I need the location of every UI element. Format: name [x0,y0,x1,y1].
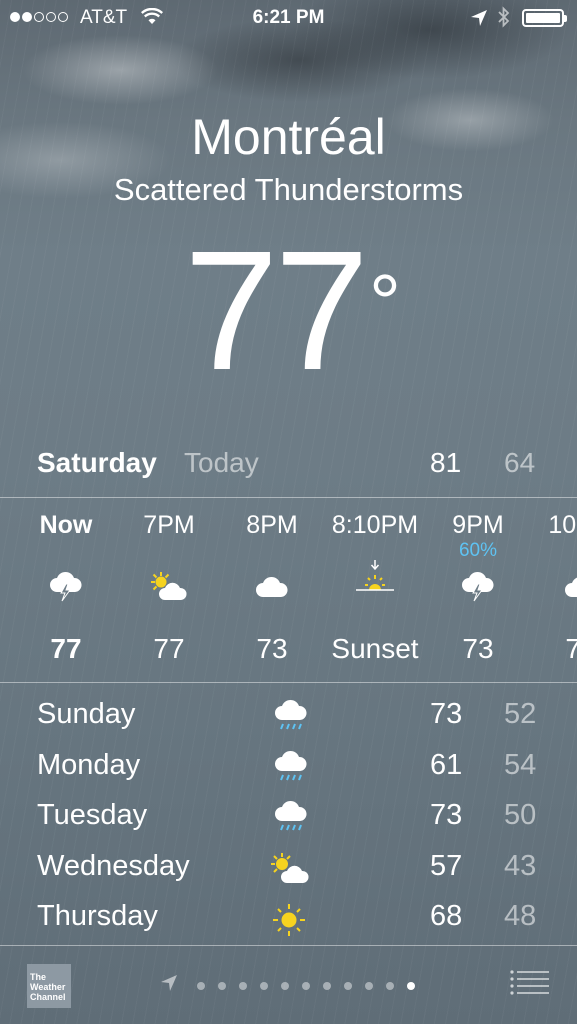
today-low: 64 [504,447,536,478]
current-condition: Scattered Thunderstorms [113,172,464,207]
day-high: 61 [430,748,463,781]
page-dot[interactable] [239,981,247,990]
daily-row: Wednesday 57 43 [0,844,577,895]
hour-time: 9PM [452,511,504,539]
page-dot[interactable] [323,981,331,990]
day-name: Tuesday [37,799,148,831]
location-arrow-icon [470,9,488,33]
page-indicator[interactable] [160,974,415,997]
sun-icon [268,900,312,940]
page-dot[interactable] [302,981,310,990]
daily-row: Sunday 73 52 [0,692,577,743]
location-arrow-icon [160,974,178,997]
day-low: 54 [504,748,537,781]
day-low: 50 [504,799,537,831]
hourly-item: 7PM 77 [114,498,224,682]
battery-icon [522,9,567,27]
rain-icon [268,749,312,789]
page-dot[interactable] [218,981,226,990]
bluetooth-icon [497,6,511,34]
day-low: 43 [504,849,537,882]
daily-row: Thursday 68 48 [0,894,577,945]
city-list-icon[interactable] [510,970,550,1001]
hour-time: Now [39,511,93,539]
divider [0,682,577,683]
hourly-forecast-scroller[interactable]: Now 77 7PM 77 8PM 73 8:10PM Sunset 9PM 6… [0,498,577,682]
page-dot[interactable] [365,981,373,990]
hour-value: 77 [153,633,185,664]
city-name: Montréal [191,109,386,165]
current-temperature: 77° [0,226,577,396]
status-time: 6:21 PM [252,7,325,28]
hour-value: Sunset [331,633,419,664]
day-name: Sunday [37,698,136,730]
page-dot[interactable] [344,981,352,990]
partly-cloudy-icon [268,850,312,890]
hour-value: 73 [565,633,577,664]
hour-time: 10PM [548,511,577,539]
hourly-item: 9PM 60% 73 [423,498,533,682]
daily-row: Tuesday 73 50 [0,793,577,844]
rain-icon [268,698,312,738]
hour-time: 7PM [143,511,195,539]
page-dot[interactable] [260,981,268,990]
daily-forecast: Sunday 73 52 Monday 61 54 Tuesday 73 50 … [0,692,577,945]
day-name: Thursday [37,900,158,932]
thunderstorm-icon [11,570,121,606]
rain-icon [268,799,312,839]
hourly-item: 8:10PM Sunset [320,498,430,682]
sunset-icon [320,558,430,606]
thunderstorm-icon [423,570,533,606]
today-day-name: Saturday [37,447,157,478]
page-dot[interactable] [197,981,205,990]
hour-time: 8PM [246,511,298,539]
day-name: Monday [37,748,141,781]
hourly-item: 10PM 73 [526,498,577,682]
temperature-value: 77 [183,216,369,406]
day-low: 52 [504,698,537,730]
today-label: Today [184,447,259,478]
cloud-icon [217,570,327,606]
day-name: Wednesday [37,849,190,882]
day-high: 73 [430,799,463,831]
hourly-item: 8PM 73 [217,498,327,682]
page-dot[interactable] [281,981,289,990]
cloud-icon [526,570,577,606]
day-high: 73 [430,698,463,730]
weather-channel-logo-button[interactable]: The Weather Channel [27,964,71,1008]
status-bar: AT&T 6:21 PM [0,0,577,38]
degree-symbol: ° [369,258,401,347]
page-dot[interactable] [386,981,394,990]
day-low: 48 [504,900,537,932]
hour-precip-chance: 60% [458,540,498,561]
day-high: 57 [430,849,463,882]
hour-value: 73 [256,633,288,664]
hourly-item: Now 77 [11,498,121,682]
partly-cloudy-icon [114,570,224,606]
page-dot-active[interactable] [407,981,415,990]
today-high: 81 [430,447,462,478]
daily-row: Monday 61 54 [0,743,577,794]
hour-value: 77 [50,633,82,664]
today-summary: Saturday Today 81 64 [0,445,577,489]
hour-time: 8:10PM [331,511,419,539]
hour-value: 73 [462,633,494,664]
day-high: 68 [430,900,463,932]
bottom-toolbar: The Weather Channel [0,946,577,1024]
